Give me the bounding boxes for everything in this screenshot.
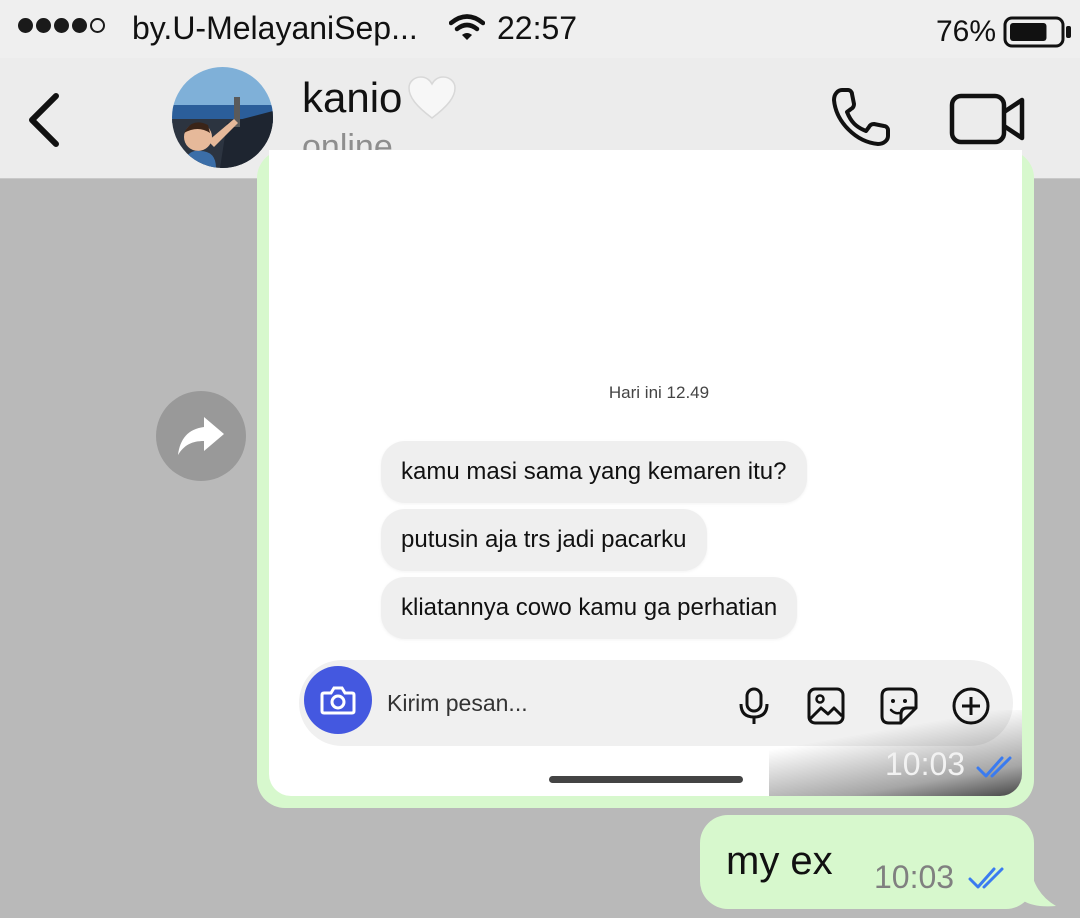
- contact-name[interactable]: kanio: [302, 74, 458, 122]
- message-text: my ex: [726, 839, 833, 883]
- chevron-left-icon[interactable]: [18, 88, 68, 152]
- forward-arrow-icon: [178, 417, 224, 455]
- battery-percentage: 76%: [936, 15, 997, 48]
- screenshot-image[interactable]: Hari ini 12.49 kamu masi sama yang kemar…: [269, 150, 1022, 796]
- camera-icon: [304, 666, 372, 734]
- battery-icon: [1003, 16, 1071, 48]
- signal-strength-icon: [18, 18, 105, 33]
- double-check-icon: [968, 867, 1004, 889]
- message-time: 10:03: [885, 746, 966, 782]
- home-indicator: [549, 776, 743, 783]
- phone-icon[interactable]: [828, 84, 894, 150]
- message-time: 10:03: [874, 859, 955, 895]
- day-stamp: Hari ini 12.49: [608, 383, 710, 402]
- screenshot-message: putusin aja trs jadi pacarku: [381, 509, 707, 571]
- screenshot-compose-placeholder: Kirim pesan...: [387, 690, 528, 716]
- text-message-bubble[interactable]: my ex 10:03: [700, 815, 1034, 909]
- wifi-icon: [449, 14, 485, 40]
- white-heart-icon: [408, 76, 457, 119]
- status-bar: by.U-MelayaniSep... 22:57 76%: [0, 0, 1080, 58]
- carrier-name: by.U-MelayaniSep...: [132, 10, 418, 46]
- double-check-icon: [976, 756, 1012, 778]
- forward-button[interactable]: [156, 391, 246, 481]
- screenshot-message: kamu masi sama yang kemaren itu?: [381, 441, 807, 503]
- video-camera-icon[interactable]: [948, 90, 1028, 148]
- image-message-bubble[interactable]: Hari ini 12.49 kamu masi sama yang kemar…: [257, 150, 1034, 808]
- screenshot-message: kliatannya cowo kamu ga perhatian: [381, 577, 798, 639]
- microphone-icon: [739, 687, 769, 724]
- clock: 22:57: [497, 10, 578, 46]
- avatar[interactable]: [172, 67, 273, 168]
